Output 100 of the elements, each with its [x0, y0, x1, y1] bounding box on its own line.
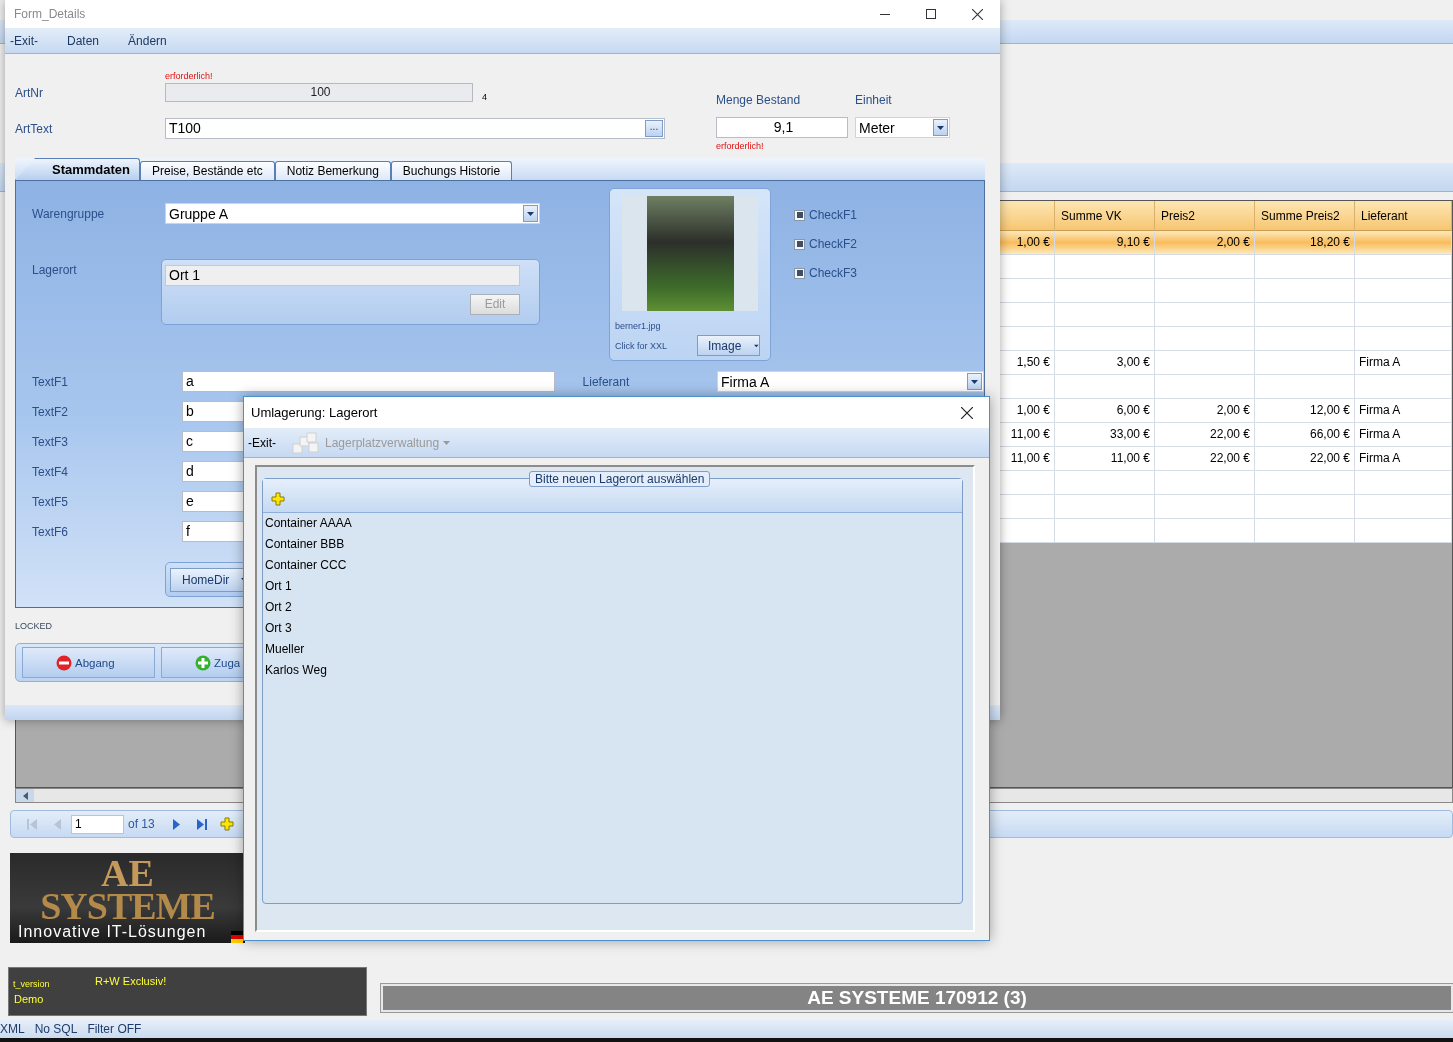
input-field[interactable]: a: [182, 371, 555, 392]
minimize-icon[interactable]: [880, 13, 890, 15]
field-label: Lieferant: [582, 374, 631, 389]
table-row[interactable]: 1,00 € 9,10 € 2,00 € 18,20 €: [1000, 231, 1452, 255]
checkbox-label: CheckF1: [809, 208, 858, 222]
field-label: TextF5: [32, 494, 69, 509]
table-cell: 1,00 €: [1016, 403, 1050, 417]
table-cell: 1,50 €: [1016, 355, 1050, 369]
last-record-icon[interactable]: [196, 817, 209, 831]
table-row[interactable]: 1,50 € 3,00 € Firma A: [1000, 351, 1452, 375]
field-label: TextF6: [32, 524, 69, 539]
caret-icon: [754, 343, 759, 348]
caret-icon: [937, 125, 944, 130]
maximize-icon[interactable]: [926, 9, 936, 19]
table-cell: 2,00 €: [1216, 235, 1250, 249]
checkbox[interactable]: [794, 209, 805, 221]
dropdown-button[interactable]: [933, 119, 948, 136]
checkbox-label: CheckF3: [809, 266, 858, 280]
checkbox[interactable]: [794, 267, 805, 279]
table-cell: 66,00 €: [1309, 427, 1350, 441]
field-label: TextF2: [32, 404, 69, 419]
required-hint: erforderlich!: [165, 71, 213, 81]
list-item[interactable]: Container BBB: [263, 534, 345, 555]
field-label: Einheit: [855, 93, 892, 107]
table-cell: 3,00 €: [1116, 355, 1150, 369]
field-label: Menge Bestand: [716, 93, 802, 107]
menu-item[interactable]: Ändern: [128, 33, 167, 48]
field-label: Lagerort: [32, 263, 78, 277]
combo-box[interactable]: Firma A: [717, 371, 984, 392]
count-label: 4: [482, 92, 487, 102]
field-label: TextF4: [32, 464, 69, 479]
table-cell: 1,00 €: [1016, 235, 1050, 249]
table-cell: 22,00 €: [1309, 451, 1350, 465]
table-cell: 6,00 €: [1116, 403, 1150, 417]
table-row[interactable]: 11,00 € 33,00 € 22,00 € 66,00 € Firma A: [1000, 423, 1452, 447]
tab[interactable]: Buchungs Historie: [390, 161, 513, 180]
checkbox[interactable]: [794, 238, 805, 250]
window-title: Form_Details: [13, 7, 87, 21]
status-item: No SQL: [34, 1022, 78, 1036]
add-record-icon[interactable]: [220, 817, 235, 831]
caret-icon: [527, 211, 534, 216]
table-cell: 22,00 €: [1209, 427, 1250, 441]
license-note: R+W Exclusiv!: [95, 975, 168, 989]
table-cell: 22,00 €: [1209, 451, 1250, 465]
lock-status: LOCKED: [15, 621, 52, 631]
table-row[interactable]: 1,00 € 6,00 € 2,00 € 12,00 € Firma A: [1000, 399, 1452, 423]
table-cell: Firma A: [1359, 451, 1401, 465]
list-item[interactable]: Container CCC: [263, 555, 347, 576]
table-cell: 11,00 €: [1010, 427, 1050, 441]
list-item[interactable]: Ort 1: [263, 576, 292, 597]
tab[interactable]: Notiz Bemerkung: [274, 161, 391, 180]
table-cell: 11,00 €: [1010, 451, 1050, 465]
menu-item[interactable]: Daten: [67, 33, 100, 48]
checkbox-label: CheckF2: [809, 237, 858, 251]
remove-button[interactable]: Abgang: [22, 647, 155, 678]
record-position-field[interactable]: 1: [71, 814, 124, 834]
field-label: Warengruppe: [32, 206, 106, 221]
list-item[interactable]: Ort 2: [263, 597, 292, 618]
plus-circle-icon: [195, 654, 211, 671]
field-label: ArtText: [15, 121, 54, 136]
table-cell: Firma A: [1359, 355, 1401, 369]
list-item[interactable]: Ort 3: [263, 618, 292, 639]
input-field[interactable]: T100 ...: [165, 118, 665, 139]
combo-box[interactable]: Meter: [855, 117, 950, 138]
status-item: XML: [0, 1022, 25, 1036]
next-record-icon[interactable]: [173, 817, 182, 831]
version-label: t_version: [13, 979, 51, 989]
browse-button[interactable]: ...: [645, 120, 663, 137]
field-label: TextF3: [32, 434, 69, 449]
input-field[interactable]: Ort 1: [165, 265, 520, 286]
combo-box[interactable]: Gruppe A: [165, 203, 540, 224]
tab[interactable]: Preise, Bestände etc: [140, 161, 275, 180]
table-cell: Firma A: [1359, 403, 1401, 417]
field-label: ArtNr: [15, 85, 44, 100]
caret-icon: [443, 440, 451, 445]
close-icon[interactable]: [961, 406, 973, 419]
table-cell: 9,10 €: [1116, 235, 1150, 249]
dropdown-button[interactable]: [523, 205, 538, 222]
add-icon[interactable]: [271, 492, 285, 506]
dialog-title: Umlagerung: Lagerort: [250, 405, 379, 420]
caret-icon: [971, 379, 978, 384]
image-button[interactable]: Image: [697, 335, 760, 356]
field-label: TextF1: [32, 374, 69, 389]
required-hint: erforderlich!: [716, 141, 764, 151]
input-field[interactable]: 9,1: [716, 117, 848, 138]
close-icon[interactable]: [971, 8, 983, 20]
menu-item[interactable]: -Exit-: [248, 435, 276, 450]
image-hint: Click for XXL: [615, 340, 668, 351]
tab[interactable]: Stammdaten: [15, 158, 141, 180]
group-title: Bitte neuen Lagerort auswählen: [529, 471, 711, 487]
minus-circle-icon: [56, 654, 72, 671]
flag-icon: [231, 931, 243, 943]
table-cell: 11,00 €: [1110, 451, 1150, 465]
list-item[interactable]: Container AAAA: [263, 513, 352, 534]
table-cell: 18,20 €: [1309, 235, 1350, 249]
table-row[interactable]: 11,00 € 11,00 € 22,00 € 22,00 € Firma A: [1000, 447, 1452, 471]
scroll-left-icon[interactable]: [22, 791, 28, 800]
app-banner: AE SYSTEME 170912 (3): [381, 984, 1453, 1012]
menu-item[interactable]: -Exit-: [10, 33, 38, 48]
dropdown-button[interactable]: [967, 373, 982, 390]
